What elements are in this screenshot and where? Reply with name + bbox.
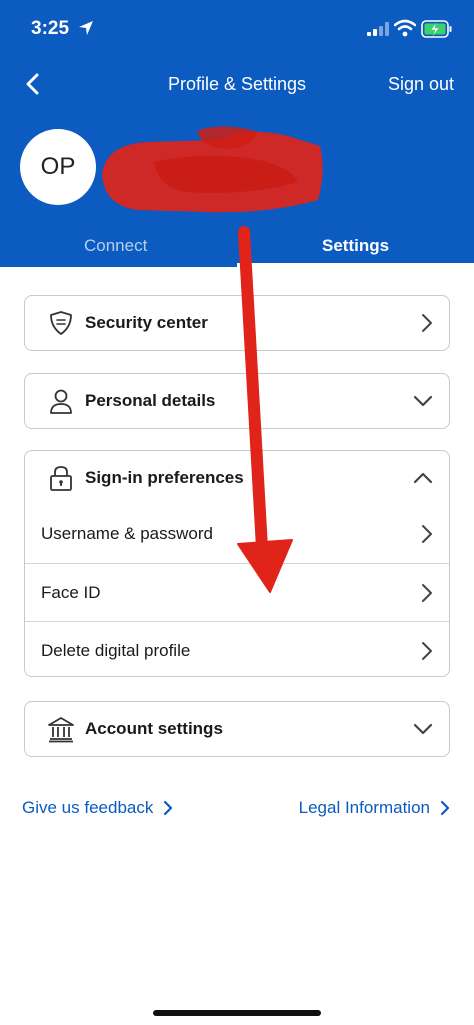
sign-out-button[interactable]: Sign out — [388, 74, 454, 95]
personal-details-label: Personal details — [85, 391, 216, 410]
delete-digital-profile-label: Delete digital profile — [41, 641, 191, 660]
chevron-right-icon — [440, 800, 450, 816]
legal-information-link[interactable]: Legal Information — [299, 798, 450, 818]
face-id-label: Face ID — [41, 583, 101, 602]
lock-icon — [50, 466, 72, 491]
legal-information-label: Legal Information — [298, 798, 430, 817]
location-arrow-icon — [79, 21, 93, 35]
person-icon — [50, 389, 72, 414]
account-settings-row[interactable]: Account settings — [25, 702, 449, 756]
tab-connect[interactable]: Connect — [84, 236, 147, 256]
delete-digital-profile-row[interactable]: Delete digital profile — [25, 621, 449, 679]
chevron-right-icon — [422, 584, 432, 602]
chevron-right-icon — [422, 314, 432, 332]
home-indicator[interactable] — [153, 1010, 321, 1016]
personal-details-row[interactable]: Personal details — [25, 374, 449, 428]
personal-details-card[interactable]: Personal details — [24, 373, 450, 429]
chevron-down-icon — [413, 723, 433, 735]
username-password-label: Username & password — [41, 524, 213, 543]
signin-preferences-label: Sign-in preferences — [85, 468, 244, 487]
chevron-right-icon — [164, 800, 173, 816]
shield-icon — [50, 311, 72, 335]
status-bar: 3:25 — [0, 0, 474, 60]
app-header: 3:25 Profile & Settings Sign out OP Conn… — [0, 0, 474, 267]
give-feedback-label: Give us feedback — [22, 798, 154, 817]
redaction-scribble — [102, 126, 323, 213]
security-center-row[interactable]: Security center — [25, 296, 449, 350]
chevron-right-icon — [422, 525, 432, 543]
chevron-right-icon — [422, 642, 432, 660]
face-id-row[interactable]: Face ID — [25, 563, 449, 621]
signin-preferences-row[interactable]: Sign-in preferences — [25, 451, 449, 505]
account-settings-label: Account settings — [85, 719, 223, 738]
tab-settings[interactable]: Settings — [322, 236, 389, 256]
security-center-card[interactable]: Security center — [24, 295, 450, 351]
chevron-up-icon — [413, 472, 433, 484]
wifi-icon — [394, 19, 416, 37]
security-center-label: Security center — [85, 313, 208, 332]
avatar-initials: OP — [40, 153, 76, 180]
bank-icon — [48, 717, 74, 743]
status-time: 3:25 — [31, 18, 70, 39]
cellular-signal-icon — [367, 22, 389, 36]
username-password-row[interactable]: Username & password — [25, 505, 449, 563]
avatar[interactable]: OP — [20, 129, 96, 205]
give-feedback-link[interactable]: Give us feedback — [22, 798, 173, 818]
chevron-down-icon — [413, 395, 433, 407]
account-settings-card[interactable]: Account settings — [24, 701, 450, 757]
battery-charging-icon — [421, 20, 452, 38]
signin-preferences-card: Sign-in preferences Username & password … — [24, 450, 450, 677]
active-tab-indicator — [237, 263, 474, 267]
